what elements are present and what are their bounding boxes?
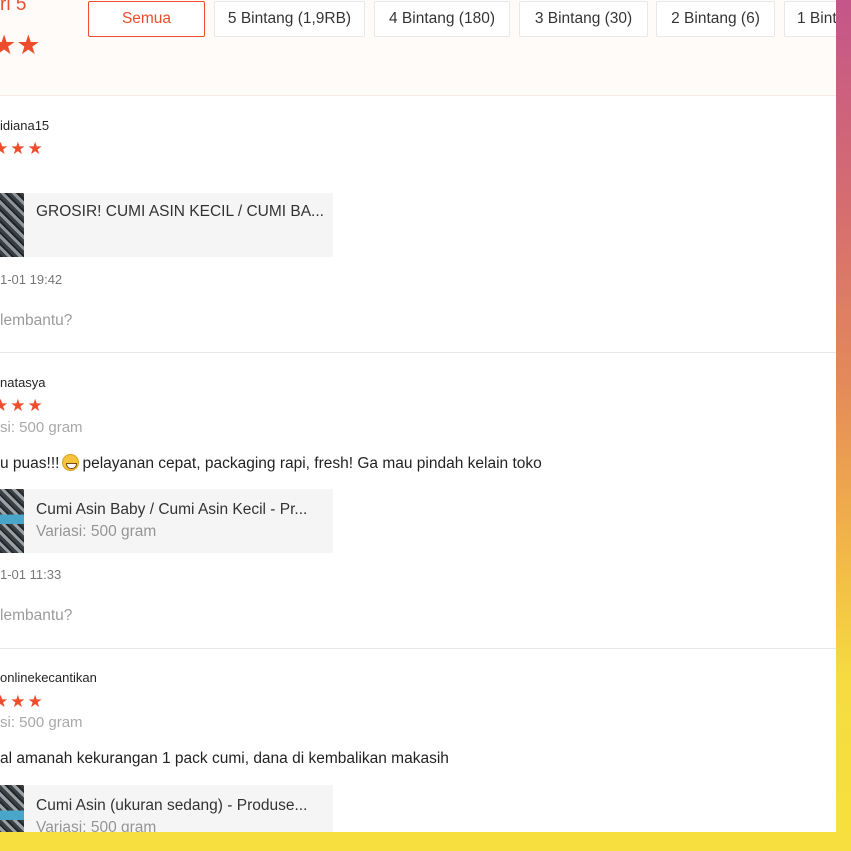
helpful-button[interactable]: lembantu? bbox=[0, 607, 72, 625]
grinning-emoji-icon bbox=[62, 454, 80, 471]
reviews-viewport: ri 5 ★★ Semua 5 Bintang (1,9RB) 4 Bintan… bbox=[0, 0, 836, 832]
review-stars: ★★★ bbox=[0, 139, 45, 158]
filter-1-star-button[interactable]: 1 Bint bbox=[784, 1, 836, 37]
gradient-frame-right bbox=[836, 0, 851, 851]
product-variation: Variasi: 500 gram bbox=[36, 819, 157, 832]
review-variation: si: 500 gram bbox=[0, 714, 83, 731]
rating-filter-panel: ri 5 ★★ Semua 5 Bintang (1,9RB) 4 Bintan… bbox=[0, 0, 836, 96]
review-stars: ★★★ bbox=[0, 692, 45, 711]
review-comment: u puas!!! pelayanan cepat, packaging rapi… bbox=[0, 454, 542, 473]
review-comment-start: u puas!!! bbox=[0, 455, 60, 472]
review-timestamp: 1-01 11:33 bbox=[0, 567, 62, 582]
helpful-button[interactable]: lembantu? bbox=[0, 312, 72, 330]
product-name: GROSIR! CUMI ASIN KECIL / CUMI BA... bbox=[36, 203, 324, 220]
review-comment-end: pelayanan cepat, packaging rapi, fresh! … bbox=[82, 455, 542, 472]
filter-2-star-button[interactable]: 2 Bintang (6) bbox=[656, 1, 775, 37]
product-card[interactable]: Cumi Asin Baby / Cumi Asin Kecil - Pr...… bbox=[0, 489, 333, 553]
product-card[interactable]: GROSIR! CUMI ASIN KECIL / CUMI BA... bbox=[0, 193, 333, 257]
review-comment: al amanah kekurangan 1 pack cumi, dana d… bbox=[0, 750, 449, 767]
product-card[interactable]: Cumi Asin (ukuran sedang) - Produse... V… bbox=[0, 785, 333, 832]
product-thumbnail bbox=[0, 785, 24, 832]
rating-score: ri 5 bbox=[0, 0, 27, 15]
review-item: natasya ★★★ si: 500 gram u puas!!! pelaya… bbox=[0, 353, 836, 649]
product-variation: Variasi: 500 gram bbox=[36, 523, 157, 540]
review-timestamp: 1-01 19:42 bbox=[0, 272, 63, 287]
product-name: Cumi Asin (ukuran sedang) - Produse... bbox=[36, 797, 308, 814]
reviewer-username[interactable]: natasya bbox=[0, 375, 46, 390]
gradient-frame-bottom bbox=[0, 832, 851, 851]
reviewer-username[interactable]: onlinekecantikan bbox=[0, 670, 97, 685]
review-item: onlinekecantikan ★★★ si: 500 gram al ama… bbox=[0, 649, 836, 832]
filter-5-star-button[interactable]: 5 Bintang (1,9RB) bbox=[214, 1, 365, 37]
product-name: Cumi Asin Baby / Cumi Asin Kecil - Pr... bbox=[36, 501, 308, 518]
product-thumbnail bbox=[0, 193, 24, 257]
review-variation: si: 500 gram bbox=[0, 419, 83, 436]
reviewer-username[interactable]: idiana15 bbox=[0, 118, 49, 133]
rating-stars: ★★ bbox=[0, 30, 41, 60]
filter-3-star-button[interactable]: 3 Bintang (30) bbox=[519, 1, 648, 37]
filter-4-star-button[interactable]: 4 Bintang (180) bbox=[374, 1, 510, 37]
filter-all-button[interactable]: Semua bbox=[88, 1, 205, 37]
product-thumbnail bbox=[0, 489, 24, 553]
review-item: idiana15 ★★★ GROSIR! CUMI ASIN KECIL / C… bbox=[0, 96, 836, 353]
review-stars: ★★★ bbox=[0, 396, 45, 415]
